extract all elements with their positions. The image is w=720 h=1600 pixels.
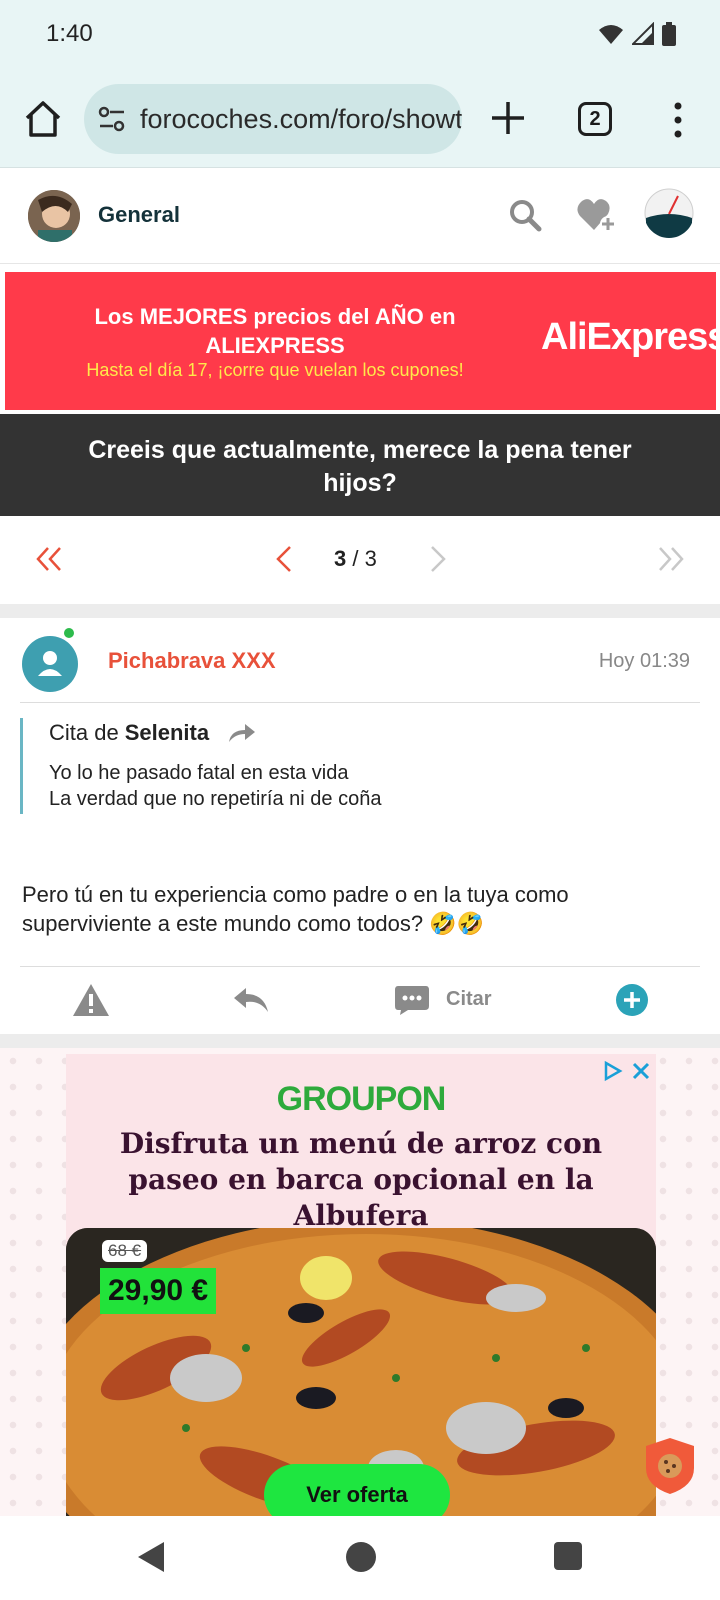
tab-switcher-button[interactable]: 2 <box>578 102 612 136</box>
add-icon[interactable] <box>616 984 648 1016</box>
status-icons <box>598 22 676 46</box>
new-tab-icon[interactable] <box>488 98 528 138</box>
aliexpress-ad-banner[interactable]: Los MEJORES precios del AÑO en ALIEXPRES… <box>3 270 720 412</box>
close-ad-icon[interactable] <box>630 1060 652 1082</box>
search-icon[interactable] <box>508 198 542 232</box>
total-pages: 3 <box>364 546 377 571</box>
post-time: Hoy 01:39 <box>598 650 690 672</box>
first-page-icon[interactable] <box>34 544 64 574</box>
status-bar: 1:40 <box>0 0 720 72</box>
thread-title: Creeis que actualmente, merece la pena t… <box>0 414 720 516</box>
section-title[interactable]: General <box>98 202 180 228</box>
prev-page-icon[interactable] <box>274 544 294 574</box>
post-body: Pero tú en tu experiencia como padre o e… <box>22 882 569 936</box>
ad-choices[interactable] <box>602 1060 652 1082</box>
divider <box>20 966 700 967</box>
post-actions: Citar <box>0 974 720 1030</box>
aliexpress-logo: AliExpress <box>541 316 720 358</box>
paella-image: 68 € 29,90 € Ver oferta <box>66 1228 656 1516</box>
quote-prefix: Cita de <box>49 720 119 745</box>
adchoices-icon[interactable] <box>602 1060 624 1082</box>
separator <box>0 604 720 618</box>
quote-block: Cita de Selenita Yo lo he pasado fatal e… <box>20 718 680 814</box>
quote-header: Cita de Selenita <box>49 720 680 746</box>
reply-icon[interactable] <box>232 984 270 1014</box>
go-to-quote-icon[interactable] <box>227 722 257 744</box>
more-menu-icon[interactable] <box>668 100 688 140</box>
post: Pichabrava XXX Hoy 01:39 Cita de Selenit… <box>0 618 720 1034</box>
site-header: General <box>0 168 720 264</box>
browser-toolbar: forocoches.com/foro/showthread.php 2 <box>0 72 720 168</box>
home-icon[interactable] <box>22 98 64 140</box>
old-price: 68 € <box>102 1240 148 1262</box>
back-icon[interactable] <box>136 1540 168 1574</box>
recents-icon[interactable] <box>554 1542 582 1570</box>
gauge-icon[interactable] <box>644 188 694 238</box>
post-author[interactable]: Pichabrava XXX <box>108 648 276 674</box>
system-nav-bar <box>0 1516 720 1600</box>
online-status-dot <box>62 626 76 640</box>
groupon-logo: GROUPON <box>276 1080 447 1118</box>
quote-line: Yo lo he pasado fatal en esta vida <box>49 762 349 784</box>
favorite-add-icon[interactable] <box>576 196 618 234</box>
user-avatar[interactable] <box>22 636 78 692</box>
battery-icon <box>662 22 676 46</box>
status-time: 1:40 <box>46 20 93 47</box>
new-price: 29,90 € <box>100 1268 217 1314</box>
wifi-icon <box>599 25 623 44</box>
last-page-icon[interactable] <box>656 544 686 574</box>
quoted-user[interactable]: Selenita <box>125 720 209 746</box>
groupon-headline: Disfruta un menú de arroz con paseo en b… <box>119 1127 603 1232</box>
report-icon[interactable] <box>72 982 110 1018</box>
groupon-ad-area: GROUPON Disfruta un menú de arroz con pa… <box>0 1048 720 1516</box>
separator <box>0 1034 720 1048</box>
signal-icon <box>632 22 654 45</box>
site-avatar[interactable] <box>28 190 80 242</box>
url-text: forocoches.com/foro/showthread.php <box>140 104 462 134</box>
next-page-icon[interactable] <box>428 544 448 574</box>
quote-body: Yo lo he pasado fatal en esta vida La ve… <box>49 760 680 812</box>
ad-title: Los MEJORES precios del AÑO en ALIEXPRES… <box>94 304 456 358</box>
pagination: 3 / 3 <box>0 516 720 604</box>
page-indicator: 3 / 3 <box>334 546 377 571</box>
quote-icon[interactable] <box>394 984 430 1016</box>
ad-subtitle: Hasta el día 17, ¡corre que vuelan los c… <box>86 360 464 380</box>
cookie-settings-icon[interactable] <box>644 1436 696 1496</box>
address-bar[interactable]: forocoches.com/foro/showthread.php <box>84 84 462 154</box>
groupon-ad[interactable]: GROUPON Disfruta un menú de arroz con pa… <box>66 1054 656 1516</box>
current-page: 3 <box>334 546 347 571</box>
site-settings-icon[interactable] <box>98 106 126 132</box>
view-offer-button[interactable]: Ver oferta <box>264 1464 450 1516</box>
quote-line: La verdad que no repetiría ni de coña <box>49 788 382 810</box>
quote-button-label[interactable]: Citar <box>446 988 492 1011</box>
home-nav-icon[interactable] <box>346 1542 376 1572</box>
divider <box>20 702 700 703</box>
